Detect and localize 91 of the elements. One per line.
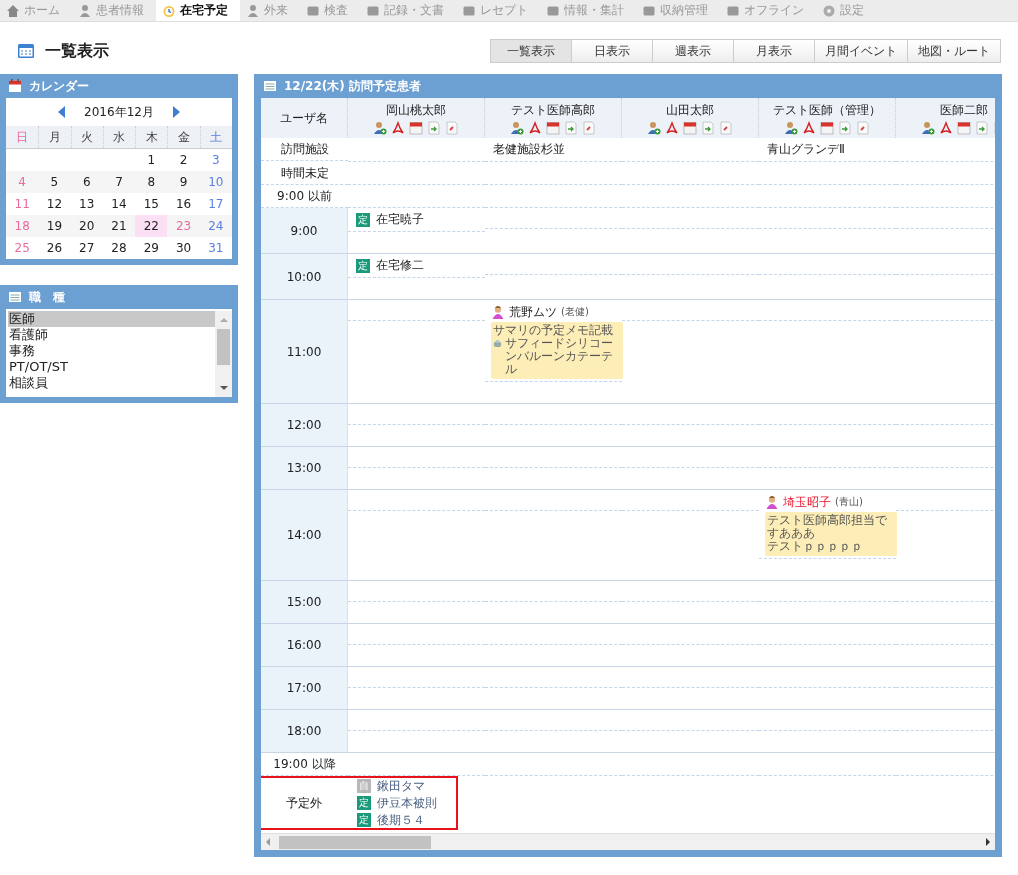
- calendar-day[interactable]: 17: [199, 193, 232, 215]
- calendar-day[interactable]: 21: [102, 215, 136, 237]
- view-button[interactable]: 月表示: [733, 39, 815, 63]
- time-label: 14:00: [286, 528, 322, 542]
- memo-text: テストｐｐｐｐｐ: [767, 540, 863, 553]
- time-label: 18:00: [286, 724, 322, 738]
- view-button[interactable]: 週表示: [652, 39, 734, 63]
- view-button[interactable]: 一覧表示: [490, 39, 572, 63]
- weekday-label: 木: [135, 126, 168, 148]
- weekday-label: 火: [70, 126, 103, 148]
- nav-tab[interactable]: 在宅予定: [156, 0, 240, 21]
- time-label: 19:00 以降: [273, 755, 336, 773]
- patient-name[interactable]: 鍬田タマ: [377, 777, 425, 795]
- time-label: 9:00: [290, 223, 318, 238]
- calendar-day[interactable]: 27: [70, 237, 103, 259]
- time-label: 16:00: [286, 638, 322, 652]
- weekday-label: 日: [15, 128, 30, 146]
- calendar-day[interactable]: 7: [102, 171, 136, 193]
- schedule-badge: 定: [357, 796, 371, 810]
- patient-name[interactable]: 在宅修二: [376, 257, 424, 274]
- calendar-day[interactable]: 26: [38, 237, 71, 259]
- schedule-badge: 定: [356, 212, 370, 227]
- doctor-name: テスト医師（管理）: [773, 101, 881, 119]
- time-label: 時間未定: [280, 164, 329, 182]
- calendar-day[interactable]: 16: [167, 193, 200, 215]
- month-label: 2016年12月: [84, 103, 154, 121]
- facility-tag: (老健): [561, 305, 589, 319]
- calendar-day[interactable]: 29: [135, 237, 168, 259]
- weekday-label: 水: [102, 126, 136, 148]
- column-header: ユーザ名: [280, 109, 328, 127]
- view-button[interactable]: 日表示: [571, 39, 653, 63]
- job-type-option[interactable]: 事務: [8, 343, 215, 359]
- time-label: 12:00: [286, 418, 322, 432]
- calendar-day[interactable]: 6: [70, 171, 103, 193]
- calendar-day[interactable]: 10: [199, 171, 232, 193]
- view-button[interactable]: 地図・ルート: [907, 39, 1001, 63]
- time-label: 17:00: [286, 681, 322, 695]
- job-type-option[interactable]: PT/OT/ST: [8, 359, 215, 375]
- patient-name[interactable]: 荒野ムツ: [509, 303, 557, 321]
- calendar-day[interactable]: 9: [167, 171, 200, 193]
- time-label: 11:00: [286, 344, 322, 359]
- time-label: 予定外: [285, 794, 322, 812]
- patient-name[interactable]: 後期５４: [377, 811, 425, 829]
- time-label: 訪問施設: [280, 140, 329, 158]
- schedule-badge: 自: [357, 779, 371, 793]
- panel-title: 12/22(木) 訪問予定患者: [284, 77, 421, 95]
- time-label: 15:00: [286, 595, 322, 609]
- memo-text: テスト医師高郎担当ですあああ: [767, 514, 888, 540]
- job-type-listbox[interactable]: 医師 看護師 事務 PT/OT/ST 相談員: [6, 309, 232, 397]
- calendar-day[interactable]: 19: [38, 215, 71, 237]
- doctor-name: 医師二郎: [940, 101, 988, 119]
- job-type-option[interactable]: 医師: [8, 311, 215, 327]
- doctor-name: 岡山桃太郎: [386, 101, 446, 119]
- calendar-day[interactable]: 28: [102, 237, 136, 259]
- memo-text: サマリの予定メモ記載: [493, 324, 613, 337]
- calendar-day[interactable]: 15: [135, 193, 168, 215]
- weekday-label: 金: [167, 126, 200, 148]
- calendar-day[interactable]: 14: [102, 193, 136, 215]
- calendar-day[interactable]: 1: [135, 149, 168, 171]
- time-label: 10:00: [286, 269, 322, 284]
- calendar-day[interactable]: 13: [70, 193, 103, 215]
- doctor-name: 山田太郎: [666, 101, 714, 119]
- schedule-badge: 定: [357, 813, 371, 827]
- weekday-label: 月: [38, 126, 71, 148]
- time-label: 9:00 以前: [277, 187, 332, 205]
- weekday-label: 土: [199, 126, 232, 148]
- doctor-name: テスト医師高郎: [511, 101, 595, 119]
- patient-name[interactable]: 在宅暁子: [376, 211, 424, 228]
- job-type-option[interactable]: 相談員: [8, 375, 215, 391]
- calendar-day[interactable]: 22: [135, 215, 168, 237]
- facility-tag: (青山): [835, 495, 863, 509]
- calendar-day[interactable]: 8: [135, 171, 168, 193]
- view-button[interactable]: 月間イベント: [814, 39, 908, 63]
- patient-name[interactable]: 埼玉昭子: [783, 493, 831, 511]
- calendar-day[interactable]: 3: [199, 149, 232, 171]
- calendar-day[interactable]: 12: [38, 193, 71, 215]
- panel-title: カレンダー: [29, 77, 89, 95]
- calendar-day[interactable]: 2: [167, 149, 200, 171]
- panel-title: 職 種: [29, 288, 65, 306]
- job-type-option[interactable]: 看護師: [8, 327, 215, 343]
- schedule-badge: 定: [356, 258, 370, 273]
- calendar-day[interactable]: 30: [167, 237, 200, 259]
- patient-name[interactable]: 伊豆本被則: [377, 794, 437, 812]
- calendar-day[interactable]: 5: [38, 171, 71, 193]
- calendar-day[interactable]: 31: [199, 237, 232, 259]
- facility-name: 青山グランデⅡ: [767, 142, 845, 156]
- calendar-day[interactable]: 20: [70, 215, 103, 237]
- memo-text: サフィードシリコーンバルーンカテーテル: [505, 337, 614, 376]
- page-title: 一覧表示: [45, 40, 109, 62]
- time-label: 13:00: [286, 461, 322, 475]
- facility-name: 老健施設杉並: [493, 142, 565, 156]
